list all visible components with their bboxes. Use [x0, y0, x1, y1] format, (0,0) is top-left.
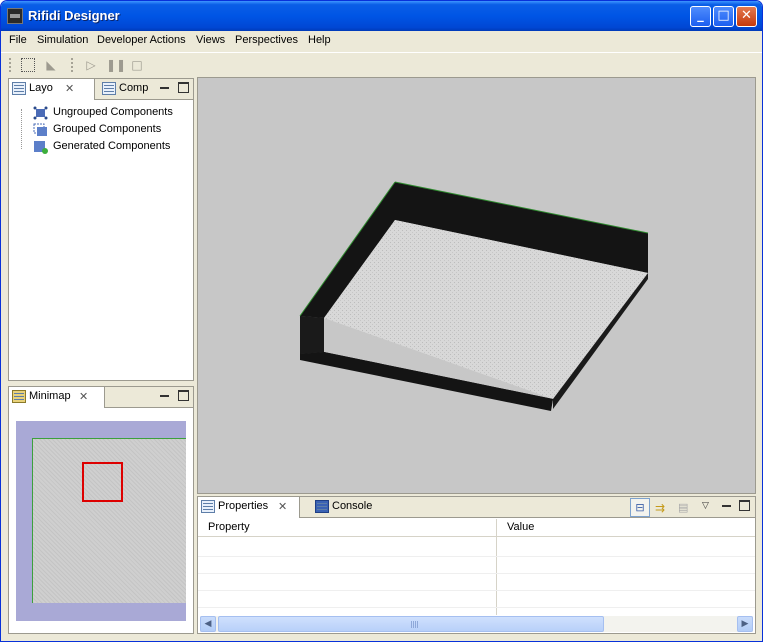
scroll-right-button[interactable]: ▶ — [737, 616, 753, 632]
menu-simulation[interactable]: Simulation — [37, 34, 88, 46]
tree-view-icon[interactable]: ⊟ — [630, 498, 650, 517]
table-row — [198, 590, 755, 591]
close-icon[interactable]: ✕ — [65, 82, 74, 95]
select-tool-icon[interactable] — [21, 58, 35, 72]
app-icon — [7, 8, 23, 24]
tab-layout[interactable]: Layo ✕ — [9, 79, 95, 100]
table-row — [198, 573, 755, 574]
menu-views[interactable]: Views — [196, 34, 225, 46]
minimize-button[interactable]: _ — [690, 6, 711, 27]
stop-icon[interactable]: □ — [129, 57, 145, 73]
maximize-view-icon[interactable] — [739, 500, 750, 511]
tab-console[interactable]: Console — [312, 497, 382, 518]
toolbar: ◣ ▷ ❚❚ □ — [1, 52, 762, 76]
properties-table-header: Property Value — [198, 519, 755, 537]
list-icon — [102, 82, 116, 95]
tab-minimap-label: Minimap — [29, 390, 71, 402]
scroll-left-button[interactable]: ◀ — [200, 616, 216, 632]
layout-view-tabs: Layo ✕ Comp — [9, 79, 193, 100]
play-icon[interactable]: ▷ — [83, 57, 99, 73]
restore-defaults-icon[interactable]: ▤ — [678, 500, 694, 516]
column-property[interactable]: Property — [208, 521, 250, 533]
title-bar[interactable]: Rifidi Designer _ □ ✕ — [1, 1, 762, 31]
room-slab-side — [300, 316, 324, 354]
properties-icon — [201, 500, 215, 513]
layout-view: Layo ✕ Comp Ungrouped Components Grouped… — [8, 78, 194, 381]
console-icon — [315, 500, 329, 513]
minimize-icon: _ — [697, 8, 704, 23]
tree-item-generated[interactable]: Generated Components — [33, 140, 171, 154]
scene-svg — [299, 181, 649, 411]
close-icon: ✕ — [741, 8, 752, 23]
view-menu-icon[interactable]: ▽ — [702, 500, 714, 512]
minimap-canvas[interactable] — [16, 421, 186, 621]
menu-file[interactable]: File — [9, 34, 27, 46]
scroll-grip — [411, 621, 419, 628]
tree-item-label: Ungrouped Components — [53, 106, 173, 118]
tab-properties[interactable]: Properties ✕ — [198, 497, 300, 518]
table-row — [198, 607, 755, 608]
tab-components[interactable]: Comp — [99, 79, 155, 100]
horizontal-scrollbar[interactable]: ◀ ▶ — [200, 616, 753, 632]
column-divider[interactable] — [496, 519, 497, 615]
minimize-view-icon[interactable] — [159, 82, 170, 93]
minimize-view-icon[interactable] — [159, 390, 170, 401]
tree-item-label: Grouped Components — [53, 123, 162, 135]
table-row — [198, 556, 755, 557]
toolbar-grip[interactable] — [71, 58, 73, 72]
menu-help[interactable]: Help — [308, 34, 331, 46]
maximize-view-icon[interactable] — [178, 390, 189, 401]
scene-3d-view[interactable] — [197, 77, 756, 494]
tab-layout-label: Layo — [29, 82, 53, 94]
properties-view: Properties ✕ Console ⊟ ⇉ ▤ ▽ Property Va… — [197, 496, 756, 634]
toolbar-grip[interactable] — [9, 58, 11, 72]
grouped-components-icon — [33, 123, 48, 137]
tab-components-label: Comp — [119, 82, 149, 94]
properties-view-tabs: Properties ✕ Console ⊟ ⇉ ▤ ▽ — [198, 497, 755, 518]
list-icon — [12, 82, 26, 95]
minimap-view-tabs: Minimap ✕ — [9, 387, 193, 408]
menu-developer-actions[interactable]: Developer Actions — [97, 34, 186, 46]
minimap-icon — [12, 390, 26, 403]
pan-tool-icon[interactable]: ◣ — [43, 57, 59, 73]
maximize-view-icon[interactable] — [178, 82, 189, 93]
maximize-icon: □ — [717, 8, 730, 23]
minimap-view: Minimap ✕ — [8, 386, 194, 634]
window-title: Rifidi Designer — [28, 8, 120, 23]
generated-components-icon — [33, 140, 48, 154]
close-icon[interactable]: ✕ — [79, 390, 88, 403]
menu-bar: File Simulation Developer Actions Views … — [1, 31, 762, 51]
tree-item-grouped[interactable]: Grouped Components — [33, 123, 162, 137]
maximize-button[interactable]: □ — [713, 6, 734, 27]
tab-console-label: Console — [332, 500, 373, 512]
close-icon[interactable]: ✕ — [278, 500, 287, 513]
ungrouped-components-icon — [33, 106, 48, 120]
app-window: Rifidi Designer _ □ ✕ File Simulation De… — [0, 0, 763, 642]
column-value[interactable]: Value — [507, 521, 534, 533]
tree-connector — [21, 109, 33, 149]
scroll-thumb[interactable] — [218, 616, 604, 632]
tree-item-label: Generated Components — [53, 140, 171, 152]
tab-minimap[interactable]: Minimap ✕ — [9, 387, 105, 408]
close-button[interactable]: ✕ — [736, 6, 757, 27]
advanced-properties-icon[interactable]: ⇉ — [655, 500, 671, 516]
menu-perspectives[interactable]: Perspectives — [235, 34, 298, 46]
minimize-view-icon[interactable] — [721, 500, 732, 511]
minimap-viewport[interactable] — [82, 462, 123, 502]
tab-properties-label: Properties — [218, 500, 269, 512]
tree-item-ungrouped[interactable]: Ungrouped Components — [33, 106, 173, 120]
pause-icon[interactable]: ❚❚ — [106, 57, 126, 73]
